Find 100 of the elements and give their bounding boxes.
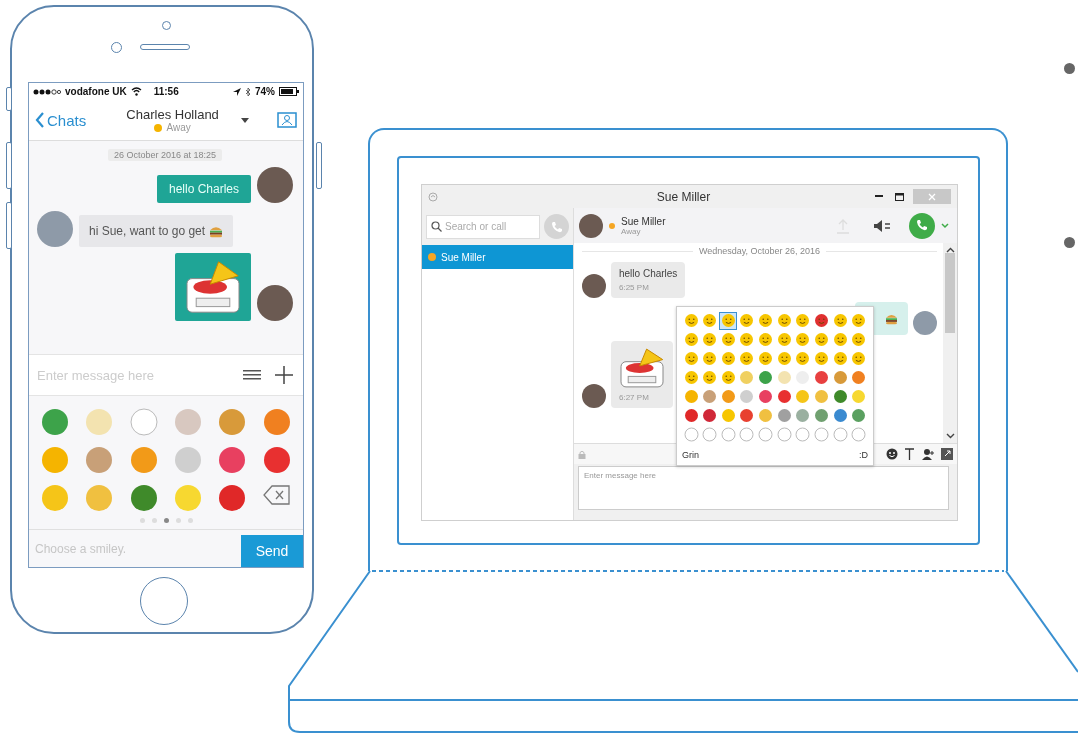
avatar-placeholder xyxy=(913,311,937,335)
bullet-icon xyxy=(1064,63,1075,74)
emoji-icon[interactable] xyxy=(720,370,736,385)
emoji-icon[interactable] xyxy=(218,446,247,474)
emoji-icon[interactable] xyxy=(851,351,867,366)
emoji-icon[interactable] xyxy=(739,313,755,328)
presence-status: Away xyxy=(166,122,191,133)
emoji-icon[interactable] xyxy=(814,408,830,423)
avatar-placeholder xyxy=(582,384,606,408)
emoji-icon[interactable] xyxy=(851,408,867,423)
keyboard-icon[interactable] xyxy=(243,370,261,380)
emoji-icon[interactable] xyxy=(814,313,830,328)
emoji-icon[interactable] xyxy=(832,332,848,347)
call-button[interactable] xyxy=(909,212,935,239)
emoji-icon[interactable] xyxy=(851,313,867,328)
emoji-icon[interactable] xyxy=(851,332,867,347)
speaker-icon xyxy=(873,218,891,233)
emoji-icon[interactable] xyxy=(776,332,792,347)
send-button[interactable]: Send xyxy=(241,535,303,567)
emoji-icon[interactable] xyxy=(702,370,718,385)
emoji-icon[interactable] xyxy=(758,313,774,328)
lock-icon xyxy=(578,449,586,459)
emoji-icon[interactable] xyxy=(683,351,699,366)
emoji-icon[interactable] xyxy=(795,351,811,366)
emoji-icon[interactable] xyxy=(776,351,792,366)
emoji-icon[interactable] xyxy=(720,351,736,366)
avatar-placeholder xyxy=(257,285,293,321)
emoji-icon[interactable] xyxy=(832,389,848,404)
location-arrow-icon xyxy=(233,87,241,96)
add-person-icon[interactable] xyxy=(921,448,935,460)
signal-icon xyxy=(33,87,61,96)
text-format-icon[interactable] xyxy=(904,448,915,460)
chevron-up-icon[interactable] xyxy=(945,247,955,253)
page-dot[interactable] xyxy=(163,518,169,523)
page-dot[interactable] xyxy=(175,518,181,523)
emoji-icon[interactable] xyxy=(702,332,718,347)
emoji-icon[interactable] xyxy=(832,408,848,423)
emoji-icon[interactable] xyxy=(262,446,291,474)
backspace-icon[interactable] xyxy=(262,484,291,506)
emoji-icon[interactable] xyxy=(683,370,699,385)
emoji-icon[interactable] xyxy=(832,351,848,366)
emoji-icon[interactable] xyxy=(795,332,811,347)
emoji-icon[interactable] xyxy=(739,408,755,423)
emoji-icon[interactable] xyxy=(758,389,774,404)
emoji-icon[interactable] xyxy=(720,332,736,347)
date-label: Wednesday, October 26, 2016 xyxy=(698,246,821,256)
emoji-icon[interactable] xyxy=(683,408,699,423)
pizza-sticker-drawing xyxy=(619,347,665,389)
emoji-shortcut: :D xyxy=(859,450,868,460)
chevron-down-icon[interactable] xyxy=(945,433,955,439)
emoji-icon[interactable] xyxy=(218,484,247,512)
minimize-icon xyxy=(875,195,883,198)
emoji-icon[interactable] xyxy=(129,484,158,512)
emoji-icon[interactable] xyxy=(832,313,848,328)
contact-card-icon[interactable] xyxy=(277,112,297,128)
page-dot[interactable] xyxy=(151,518,157,523)
side-button[interactable] xyxy=(6,87,12,111)
side-button[interactable] xyxy=(6,202,12,249)
smiley-icon[interactable] xyxy=(886,448,898,460)
emoji-icon[interactable] xyxy=(720,313,736,328)
emoji-icon[interactable] xyxy=(702,351,718,366)
app-logo-icon xyxy=(428,191,438,202)
emoji-icon[interactable] xyxy=(758,351,774,366)
emoji-icon[interactable] xyxy=(683,313,699,328)
avatar-placeholder xyxy=(37,211,73,247)
emoji-icon[interactable] xyxy=(739,351,755,366)
scrollbar-thumb[interactable] xyxy=(945,253,955,333)
expand-icon[interactable] xyxy=(941,448,953,460)
emoji-icon[interactable] xyxy=(702,313,718,328)
emoji-icon[interactable] xyxy=(41,408,70,436)
back-button[interactable]: Chats xyxy=(35,111,87,129)
phone-speaker xyxy=(140,44,190,50)
emoji-icon[interactable] xyxy=(814,370,830,385)
message-bubble: hello Charles xyxy=(156,175,251,203)
message-text: hi Sue, want to go get xyxy=(89,224,206,238)
page-dot[interactable] xyxy=(187,518,193,523)
emoji-icon[interactable] xyxy=(795,313,811,328)
avatar-placeholder xyxy=(579,213,603,238)
phone-icon xyxy=(915,219,929,232)
volume-button[interactable] xyxy=(873,218,891,233)
emoji-icon[interactable] xyxy=(814,332,830,347)
emoji-icon[interactable] xyxy=(814,351,830,366)
plus-icon[interactable] xyxy=(275,366,293,384)
emoji-icon[interactable] xyxy=(776,313,792,328)
emoji-icon[interactable] xyxy=(739,332,755,347)
contact-item[interactable]: Sue Miller xyxy=(422,245,573,269)
emoji-icon[interactable] xyxy=(758,332,774,347)
emoji-icon[interactable] xyxy=(702,408,718,423)
side-button[interactable] xyxy=(6,142,12,189)
message-time: 6:27 PM xyxy=(619,393,650,402)
page-dot[interactable] xyxy=(139,518,145,523)
emoji-icon[interactable] xyxy=(758,370,774,385)
search-field[interactable]: Search or call xyxy=(426,214,540,239)
carrier-name: vodafone UK xyxy=(65,86,127,97)
battery-percent: 74% xyxy=(255,86,275,97)
scrollbar[interactable] xyxy=(943,243,957,443)
emoji-icon[interactable] xyxy=(683,332,699,347)
emoji-icon[interactable] xyxy=(776,389,792,404)
side-button[interactable] xyxy=(316,142,322,189)
message-input[interactable]: Enter message here xyxy=(578,466,949,510)
